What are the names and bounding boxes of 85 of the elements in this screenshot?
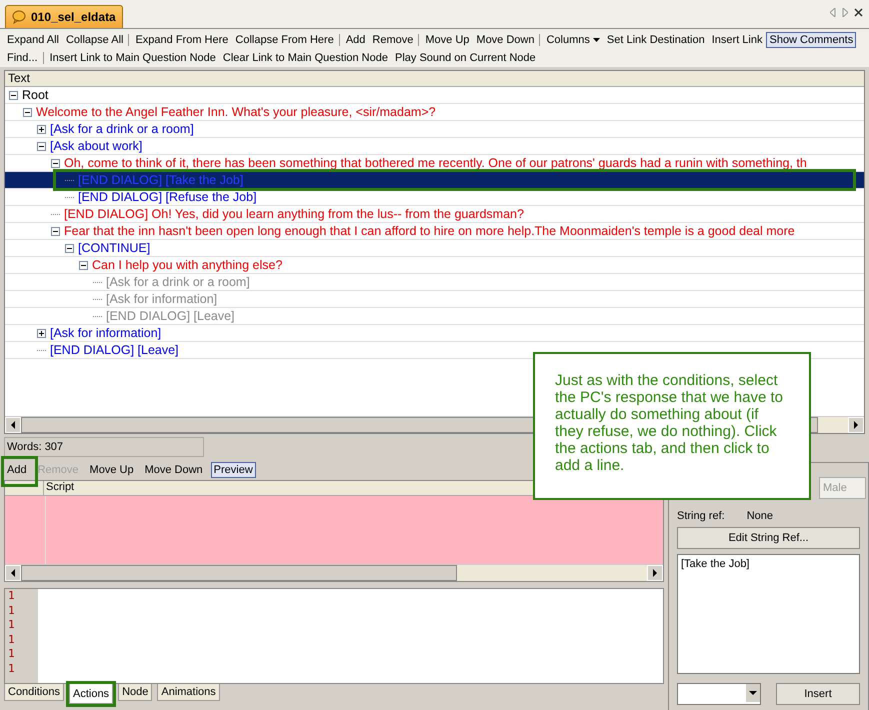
node-text: [Ask for a drink or a room]	[50, 122, 194, 136]
toolbar-button[interactable]: Collapse From Here	[232, 32, 337, 48]
toolbar-button[interactable]: Columns	[543, 32, 603, 48]
scroll-right-icon[interactable]	[652, 569, 658, 577]
toolbar-button[interactable]: Show Comments	[766, 32, 856, 48]
scroll-left-icon[interactable]	[10, 421, 16, 429]
collapse-icon[interactable]	[9, 90, 18, 100]
toolbar-button[interactable]: Preview	[210, 462, 256, 478]
line-number: 1	[8, 618, 16, 632]
tree-row[interactable]: [END DIALOG] [Refuse the Job]	[5, 189, 864, 206]
toolbar-button[interactable]: Add	[4, 462, 30, 478]
document-tab[interactable]: 010_sel_eldata	[5, 5, 123, 28]
node-text: [Ask about work]	[50, 139, 142, 153]
tree-row[interactable]: Root	[5, 87, 864, 104]
toolbar-button[interactable]: Set Link Destination	[604, 32, 708, 48]
toolbar-button[interactable]: Expand All	[4, 32, 62, 48]
toolbar-button[interactable]: Clear Link to Main Question Node	[220, 50, 391, 66]
scroll-right-icon[interactable]	[853, 421, 859, 429]
collapse-icon[interactable]	[23, 108, 32, 116]
dropdown[interactable]	[677, 683, 761, 705]
column-header[interactable]: Text	[5, 71, 864, 87]
toolbar-button[interactable]: Insert Link to Main Question Node	[46, 50, 219, 66]
tab[interactable]: Node	[118, 684, 152, 701]
string-ref-label: String ref:	[677, 510, 725, 522]
toolbar-button[interactable]: Move Up	[86, 462, 137, 478]
tree-row[interactable]: Welcome to the Angel Feather Inn. What's your pleasure, <sir/madam>?	[5, 104, 864, 121]
toolbar-button[interactable]: Collapse All	[62, 32, 126, 48]
node-text: [END DIALOG] [Take the Job]	[78, 173, 244, 187]
tree-row[interactable]: [Ask about work]	[5, 138, 864, 155]
tab[interactable]: Conditions	[4, 684, 64, 701]
speech-bubble-icon	[12, 10, 26, 24]
node-text: [Ask for a drink or a room]	[106, 275, 250, 289]
tab[interactable]: Animations	[157, 684, 220, 701]
expand-icon[interactable]	[37, 328, 46, 338]
close-icon[interactable]	[854, 8, 863, 17]
node-text: Oh, come to think of it, there has been something that bothered me recently. One of our patrons' guards had a runin with something, th	[64, 156, 807, 170]
node-text: Root	[22, 88, 48, 102]
tree-row[interactable]: [CONTINUE]	[5, 240, 864, 257]
tab[interactable]: Actions	[68, 684, 114, 704]
collapse-icon[interactable]	[79, 260, 88, 270]
tree-row[interactable]: Fear that the inn hasn't been open long enough that I can afford to hire on more help.The Moonmaiden's temple is a good deal more	[5, 223, 864, 240]
toolbar-button[interactable]: Expand From Here	[132, 32, 232, 48]
code-editor[interactable]: 1 1 1 1 1 1	[4, 588, 664, 684]
line-number: 1	[8, 632, 16, 647]
highlight-frame	[1, 456, 38, 487]
scroll-left-icon[interactable]	[10, 569, 16, 577]
collapse-icon[interactable]	[51, 226, 60, 236]
tree-row[interactable]: [Ask for a drink or a room]	[5, 121, 864, 138]
node-text: Can I help you with anything else?	[92, 258, 282, 272]
collapse-icon[interactable]	[37, 142, 46, 150]
node-text: [END DIALOG] Oh! Yes, did you learn anything from the lus-- from the guardsman?	[64, 207, 524, 221]
callout-tooltip: Just as with the conditions, select the PC's response that we have to actually do something about (if they refuse, we do nothing). Click the actions tab, and then click to add a line.	[533, 352, 811, 500]
collapse-icon[interactable]	[51, 158, 60, 168]
toolbar-button[interactable]: Move Up	[422, 32, 472, 48]
word-count: Words: 307	[4, 437, 204, 457]
tree-row[interactable]: [END DIALOG] Oh! Yes, did you learn anything from the lus-- from the guardsman?	[5, 206, 864, 223]
tab-title: 010_sel_eldata	[31, 10, 116, 24]
node-text: [END DIALOG] [Leave]	[106, 309, 235, 323]
toolbar-button[interactable]: Move Down	[142, 462, 206, 478]
node-text: [Ask for information]	[106, 292, 218, 306]
collapse-icon[interactable]	[65, 244, 74, 252]
toolbar-button[interactable]: Find...	[4, 50, 41, 66]
node-text: Fear that the inn hasn't been open long enough that I can afford to hire on more help.The Moonmaiden's temple is a good deal more	[64, 224, 795, 238]
node-text: Welcome to the Angel Feather Inn. What's your pleasure, <sir/madam>?	[36, 105, 436, 119]
node-text: [END DIALOG] [Leave]	[50, 343, 179, 357]
string-ref-value: None	[746, 510, 773, 522]
tree-row[interactable]: Can I help you with anything else?	[5, 257, 864, 274]
text-area[interactable]: [Take the Job]	[677, 554, 860, 674]
expand-icon[interactable]	[37, 124, 46, 134]
edit-string-ref-button[interactable]: Edit String Ref...	[677, 527, 860, 549]
toolbar-button[interactable]: Remove	[369, 32, 416, 48]
tree-row[interactable]: [Ask for information]	[5, 325, 864, 342]
line-number: 1	[8, 647, 16, 662]
node-text: [CONTINUE]	[78, 241, 150, 255]
horizontal-scrollbar[interactable]	[5, 564, 663, 581]
toolbar-button[interactable]: Play Sound on Current Node	[392, 50, 539, 66]
node-text: [Ask for information]	[50, 326, 162, 340]
node-text: [END DIALOG] [Refuse the Job]	[78, 190, 257, 204]
toolbar-button[interactable]: Move Down	[473, 32, 538, 48]
toolbar-button[interactable]: Insert Link	[708, 32, 766, 48]
insert-button[interactable]: Insert	[776, 683, 860, 705]
line-number: 1	[8, 662, 16, 676]
line-number: 1	[8, 604, 16, 618]
line-number: 1	[8, 589, 16, 604]
toolbar-button[interactable]: Add	[342, 32, 368, 48]
